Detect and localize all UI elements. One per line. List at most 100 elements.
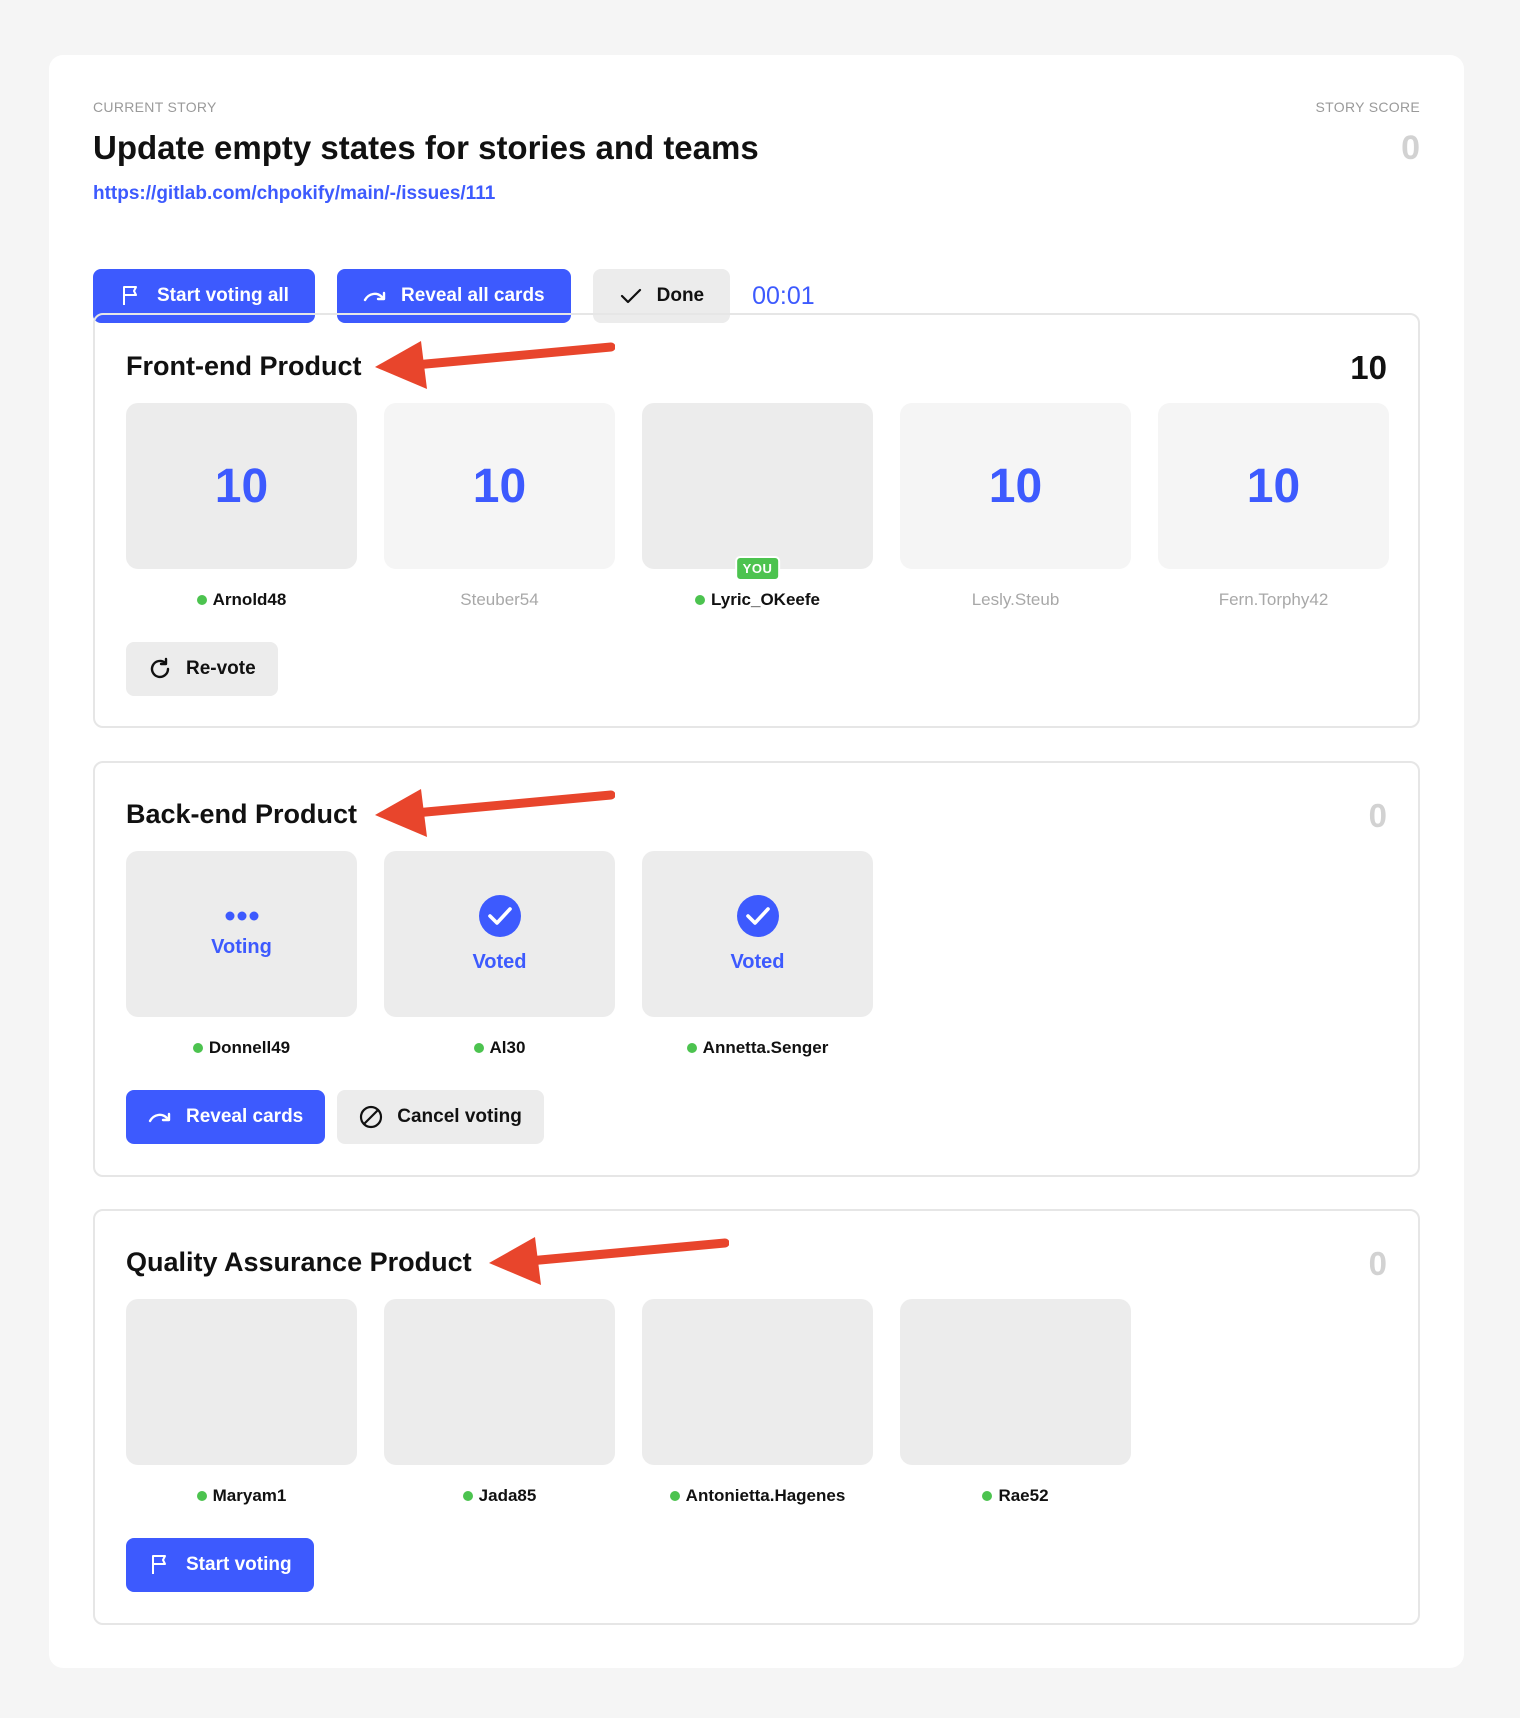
online-dot xyxy=(982,1491,993,1501)
online-dot xyxy=(669,1491,680,1501)
member-card: 10 Lesly.Steub xyxy=(900,403,1131,610)
member-name: Fern.Torphy42 xyxy=(1219,590,1329,610)
check-icon xyxy=(620,288,641,304)
member-name: Maryam1 xyxy=(196,1486,287,1506)
member-name: Jada85 xyxy=(462,1486,536,1506)
story-link[interactable]: https://gitlab.com/chpokify/main/-/issue… xyxy=(93,183,1420,205)
cancel-voting-button[interactable]: Cancel voting xyxy=(337,1090,544,1144)
member-card: 10 Steuber54 xyxy=(384,403,615,610)
story-header: CURRENT STORY Update empty states for st… xyxy=(93,99,1420,323)
member-card: Voting Donnell49 xyxy=(126,851,357,1058)
member-card: Jada85 xyxy=(384,1299,615,1506)
online-dot xyxy=(686,1043,697,1053)
member-card: 10 Arnold48 xyxy=(126,403,357,610)
story-title: Update empty states for stories and team… xyxy=(93,129,759,166)
member-name-text: Al30 xyxy=(489,1038,526,1057)
annotation-arrow-icon xyxy=(489,1237,729,1285)
redo-arrow-icon xyxy=(363,291,386,302)
member-name-text: Annetta.Senger xyxy=(702,1038,829,1057)
start-voting-label: Start voting xyxy=(186,1554,292,1575)
online-dot xyxy=(192,1043,203,1053)
voting-timer: 00:01 xyxy=(752,281,815,310)
member-name-text: Fern.Torphy42 xyxy=(1218,590,1329,609)
member-name-text: Donnell49 xyxy=(208,1038,291,1057)
cancel-icon xyxy=(360,1105,383,1129)
check-circle-icon xyxy=(736,894,779,937)
team-qa: Quality Assurance Product 0 Maryam1 Jada… xyxy=(93,1209,1420,1625)
team-score: 0 xyxy=(1368,797,1387,834)
vote-status: Voting xyxy=(211,935,272,958)
vote-card: 10 xyxy=(384,403,615,569)
vote-card xyxy=(642,1299,873,1465)
member-name-text: Antonietta.Hagenes xyxy=(685,1486,846,1505)
vote-card: YOU xyxy=(642,403,873,581)
card-value: 10 xyxy=(214,459,269,513)
check-circle-icon xyxy=(478,894,521,937)
member-name: Al30 xyxy=(473,1038,526,1058)
member-name: Lyric_OKeefe xyxy=(695,590,820,610)
story-panel: CURRENT STORY Update empty states for st… xyxy=(49,55,1464,1668)
vote-card: 10 xyxy=(126,403,357,569)
member-name: Rae52 xyxy=(982,1486,1049,1506)
team-front-end: Front-end Product 10 10 Arnold48 10 Steu… xyxy=(93,313,1420,728)
team-name: Quality Assurance Product xyxy=(126,1247,472,1277)
flag-icon xyxy=(123,286,137,305)
ellipsis-icon xyxy=(225,911,258,920)
online-dot xyxy=(196,1491,207,1501)
team-actions: Reveal cards Cancel voting xyxy=(126,1090,544,1144)
team-actions: Start voting xyxy=(126,1538,314,1592)
team-name: Front-end Product xyxy=(126,351,362,381)
revote-button[interactable]: Re-vote xyxy=(126,642,278,696)
member-name: Steuber54 xyxy=(460,590,538,610)
member-card: Voted Al30 xyxy=(384,851,615,1058)
vote-card xyxy=(384,1299,615,1465)
team-actions: Re-vote xyxy=(126,642,278,696)
online-dot xyxy=(196,595,207,605)
vote-card: 10 xyxy=(1158,403,1389,569)
redo-arrow-icon xyxy=(148,1112,171,1123)
vote-status: Voted xyxy=(472,950,527,973)
member-card: Rae52 xyxy=(900,1299,1131,1506)
revote-label: Re-vote xyxy=(186,658,256,679)
team-name: Back-end Product xyxy=(126,799,358,829)
card-row: Maryam1 Jada85 Antonietta.Hagenes Rae52 xyxy=(126,1299,1131,1506)
member-name: Annetta.Senger xyxy=(686,1038,829,1058)
card-value: 10 xyxy=(1246,459,1301,513)
member-card: 10 Fern.Torphy42 xyxy=(1158,403,1389,610)
done-label: Done xyxy=(656,285,705,306)
vote-status: Voted xyxy=(730,950,785,973)
member-card: YOU Lyric_OKeefe xyxy=(642,403,873,610)
vote-card: Voting xyxy=(126,851,357,1017)
member-name-text: Arnold48 xyxy=(212,590,287,609)
member-name: Lesly.Steub xyxy=(972,590,1060,610)
reveal-cards-button[interactable]: Reveal cards xyxy=(126,1090,326,1144)
online-dot xyxy=(695,595,705,605)
card-value: 10 xyxy=(472,459,527,513)
vote-card: 10 xyxy=(900,403,1131,569)
card-row: 10 Arnold48 10 Steuber54 YOU Lyric_OKeef… xyxy=(126,403,1389,610)
annotation-arrow-icon xyxy=(375,341,615,389)
refresh-icon xyxy=(150,657,170,679)
member-name: Donnell49 xyxy=(192,1038,291,1058)
story-score-label: STORY SCORE xyxy=(1315,99,1420,115)
vote-card xyxy=(900,1299,1131,1465)
member-name-text: Maryam1 xyxy=(212,1486,287,1505)
card-value: 10 xyxy=(988,459,1043,513)
reveal-all-cards-label: Reveal all cards xyxy=(400,285,545,306)
team-back-end: Back-end Product 0 Voting Donnell49 Vote… xyxy=(93,761,1420,1177)
vote-card: Voted xyxy=(384,851,615,1017)
team-score: 10 xyxy=(1350,349,1387,386)
cancel-voting-label: Cancel voting xyxy=(397,1106,522,1127)
member-card: Voted Annetta.Senger xyxy=(642,851,873,1058)
online-dot xyxy=(462,1491,473,1501)
member-name-text: Rae52 xyxy=(998,1486,1049,1505)
member-name: Antonietta.Hagenes xyxy=(669,1486,846,1506)
current-story-label: CURRENT STORY xyxy=(93,99,217,115)
member-card: Antonietta.Hagenes xyxy=(642,1299,873,1506)
vote-card: Voted xyxy=(642,851,873,1017)
card-row: Voting Donnell49 Voted Al30 Voted Annett… xyxy=(126,851,873,1058)
start-voting-all-label: Start voting all xyxy=(157,285,289,306)
member-name-text: Steuber54 xyxy=(460,590,539,609)
start-voting-button[interactable]: Start voting xyxy=(126,1538,314,1592)
vote-card xyxy=(126,1299,357,1465)
